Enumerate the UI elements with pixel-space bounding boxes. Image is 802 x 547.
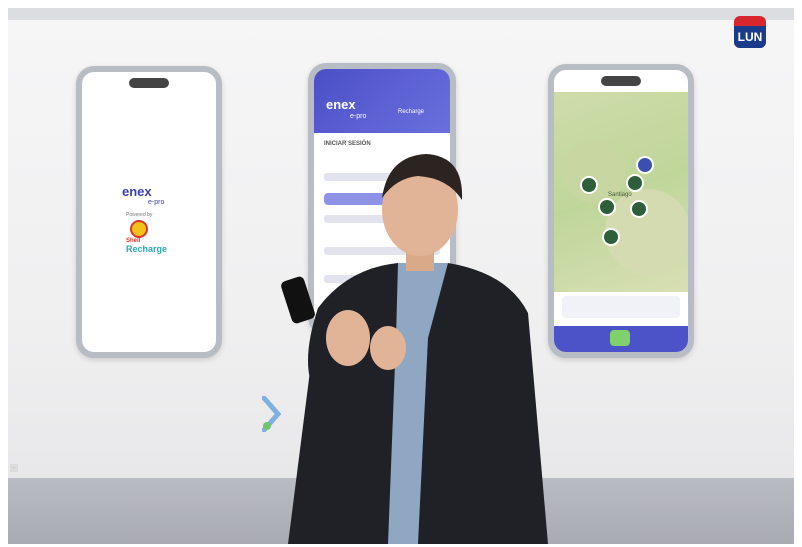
- lun-badge-label: LUN: [737, 30, 763, 44]
- lun-badge: LUN: [734, 16, 766, 48]
- recharge-label: Recharge: [126, 244, 168, 254]
- enex-logo: enex: [122, 184, 152, 199]
- bottom-nav-bar: [554, 326, 688, 352]
- enex-logo-sub: e-pro: [148, 199, 165, 206]
- station-card: [562, 296, 680, 318]
- charging-map: Santiago: [554, 92, 688, 292]
- enex-logo-sub: e-pro: [350, 113, 367, 120]
- login-header: enex e-pro Recharge: [314, 69, 450, 133]
- map-pin-icon: [636, 156, 654, 174]
- photo-caption-tag: ·: [10, 464, 18, 472]
- map-pin-icon: [630, 200, 648, 218]
- photo-frame: enex e-pro Powered by Shell Recharge ene…: [8, 8, 794, 544]
- map-pin-icon: [598, 198, 616, 216]
- map-city-label: Santiago: [608, 192, 632, 198]
- phone-notch: [129, 78, 169, 88]
- presenter-figure: [281, 154, 548, 544]
- screen-top-edge: [8, 8, 794, 20]
- map-pin-icon: [602, 228, 620, 246]
- photo-stage: enex e-pro Powered by Shell Recharge ene…: [0, 0, 802, 547]
- phone-notch: [601, 76, 641, 86]
- shell-logo-icon: [130, 220, 148, 238]
- charge-button-icon: [610, 330, 630, 346]
- map-pin-icon: [626, 174, 644, 192]
- phone-mockup-map: Santiago: [548, 64, 694, 358]
- powered-by-label: Powered by: [126, 212, 153, 218]
- map-pin-icon: [580, 176, 598, 194]
- recharge-label: Recharge: [398, 109, 425, 115]
- phone-mockup-splash: enex e-pro Powered by Shell Recharge: [76, 66, 222, 358]
- enex-logo: enex: [326, 97, 356, 112]
